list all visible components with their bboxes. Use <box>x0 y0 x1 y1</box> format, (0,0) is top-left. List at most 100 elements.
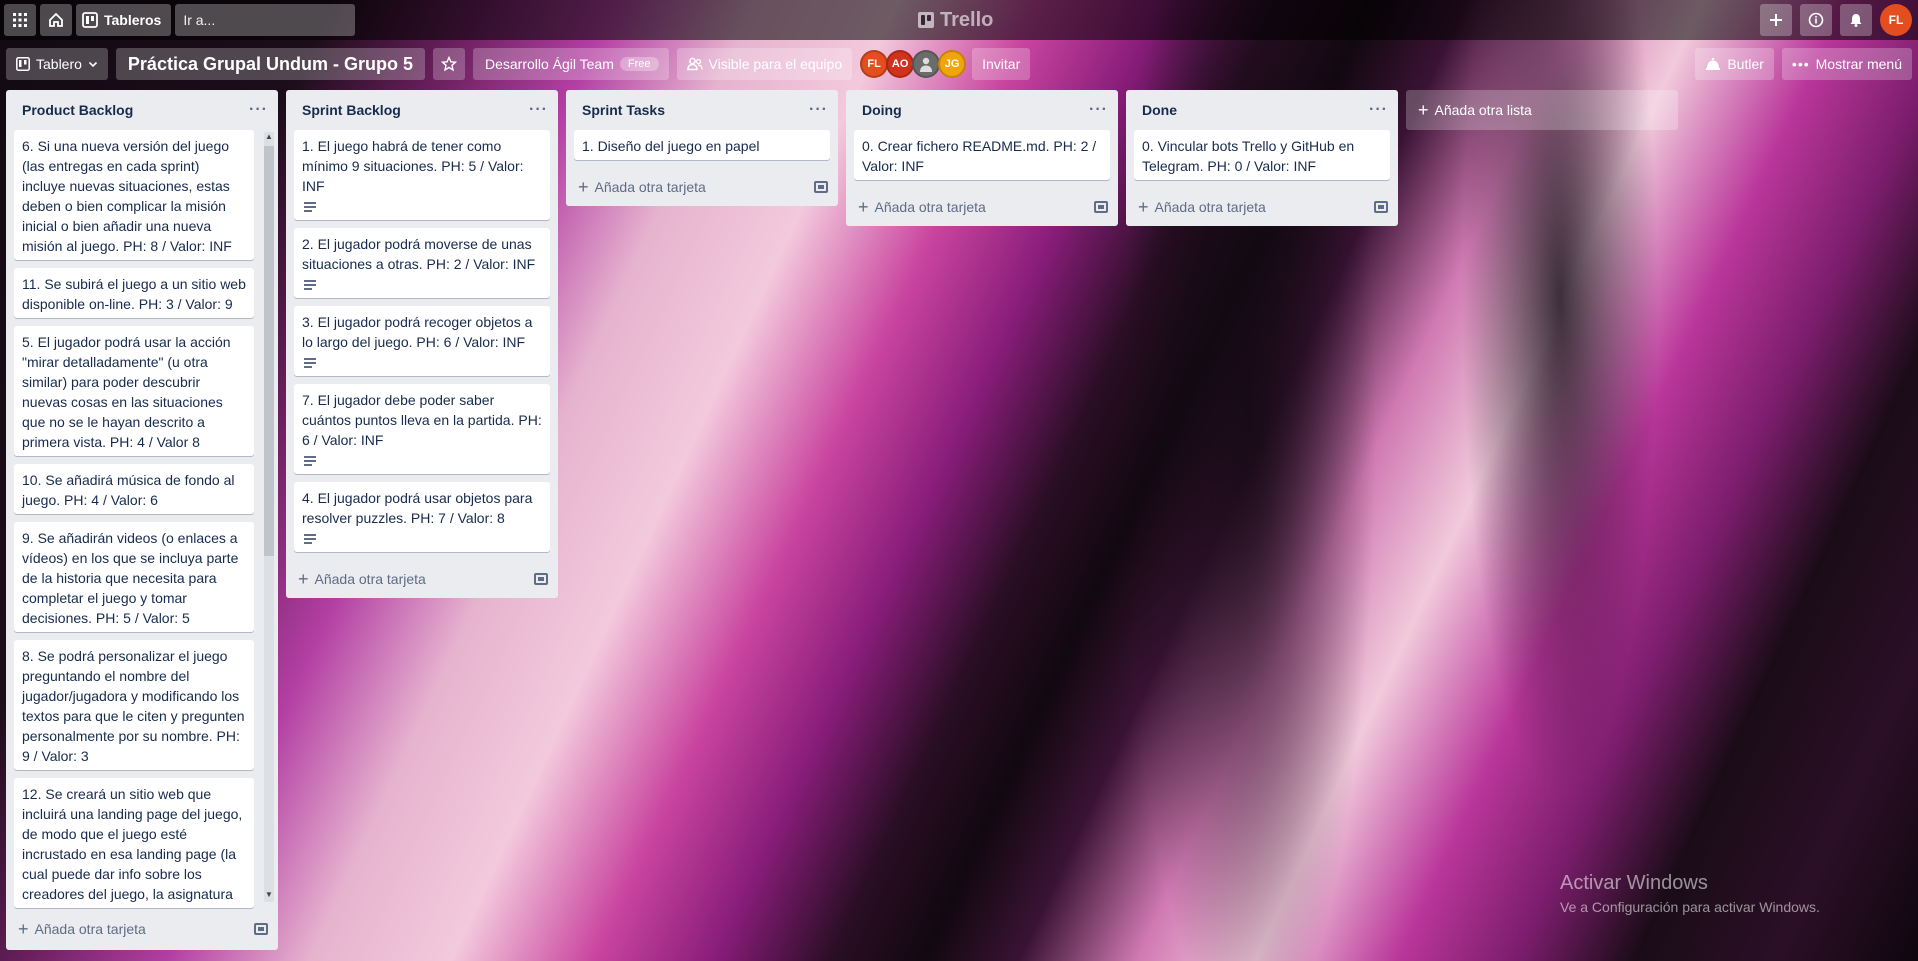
add-card-button[interactable]: + Añada otra tarjeta <box>298 570 426 588</box>
list-menu-icon[interactable]: ··· <box>529 101 548 119</box>
list-header[interactable]: Sprint Backlog ··· <box>286 90 558 130</box>
card-template-icon[interactable] <box>254 923 268 935</box>
card-title: 3. El jugador podrá recoger objetos a lo… <box>302 314 533 350</box>
add-card-button[interactable]: + Añada otra tarjeta <box>18 920 146 938</box>
card-title: 7. El jugador debe poder saber cuántos p… <box>302 392 542 448</box>
list-product-backlog: Product Backlog ··· 6. Si una nueva vers… <box>6 90 278 950</box>
list-title[interactable]: Sprint Backlog <box>302 102 401 118</box>
board-title[interactable]: Práctica Grupal Undum - Grupo 5 <box>115 48 425 80</box>
card[interactable]: 9. Se añadirán videos (o enlaces a vídeo… <box>14 522 254 632</box>
card[interactable]: 4. El jugador podrá usar objetos para re… <box>294 482 550 552</box>
member-avatar[interactable]: JG <box>938 50 967 78</box>
user-avatar[interactable]: FL <box>1880 4 1912 36</box>
list-title[interactable]: Done <box>1142 102 1177 118</box>
member-avatar[interactable]: AO <box>886 50 915 78</box>
visibility-label: Visible para el equipo <box>708 56 843 72</box>
show-menu-label: Mostrar menú <box>1815 56 1902 72</box>
card[interactable]: 0. Vincular bots Trello y GitHub en Tele… <box>1134 130 1390 180</box>
member-initials: AO <box>891 58 909 70</box>
card[interactable]: 10. Se añadirá música de fondo al juego.… <box>14 464 254 514</box>
list-scrollbar[interactable]: ▲ ▼ <box>264 132 274 902</box>
apps-grid-button[interactable] <box>4 4 36 36</box>
plus-icon: + <box>858 197 869 217</box>
card[interactable]: 6. Si una nueva versión del juego (las e… <box>14 130 254 260</box>
list-title[interactable]: Product Backlog <box>22 102 133 118</box>
card[interactable]: 2. El jugador podrá moverse de unas situ… <box>294 228 550 298</box>
list-menu-icon[interactable]: ··· <box>809 101 828 119</box>
notifications-button[interactable] <box>1840 4 1872 36</box>
card[interactable]: 3. El jugador podrá recoger objetos a lo… <box>294 306 550 376</box>
list-footer: + Añada otra tarjeta <box>6 910 278 948</box>
card[interactable]: 1. Diseño del juego en papel <box>574 130 830 160</box>
card-template-icon[interactable] <box>1374 201 1388 213</box>
card[interactable]: 1. El juego habrá de tener como mínimo 9… <box>294 130 550 220</box>
card-title: 12. Se creará un sitio web que incluirá … <box>22 786 243 902</box>
list-menu-icon[interactable]: ··· <box>1369 101 1388 119</box>
add-card-button[interactable]: + Añada otra tarjeta <box>1138 198 1266 216</box>
card[interactable]: 11. Se subirá el juego a un sitio web di… <box>14 268 254 318</box>
create-button[interactable] <box>1760 4 1792 36</box>
list-footer: + Añada otra tarjeta <box>1126 188 1398 226</box>
add-card-button[interactable]: + Añada otra tarjeta <box>858 198 986 216</box>
member-initials: FL <box>867 58 881 70</box>
add-list-label: Añada otra lista <box>1434 102 1532 118</box>
list-header[interactable]: Doing ··· <box>846 90 1118 130</box>
list-menu-icon[interactable]: ··· <box>249 101 268 119</box>
boards-label: Tableros <box>104 12 162 28</box>
card-template-icon[interactable] <box>534 573 548 585</box>
user-initials: FL <box>1888 13 1904 27</box>
card-title: 0. Crear fichero README.md. PH: 2 / Valo… <box>862 138 1097 174</box>
info-button[interactable] <box>1800 4 1832 36</box>
card-template-icon[interactable] <box>1094 201 1108 213</box>
card-title: 9. Se añadirán videos (o enlaces a vídeo… <box>22 530 239 626</box>
list-cards: 1. Diseño del juego en papel <box>566 130 838 168</box>
description-icon <box>304 202 316 212</box>
card-template-icon[interactable] <box>814 181 828 193</box>
list-header[interactable]: Product Backlog ··· <box>6 90 278 130</box>
team-button[interactable]: Desarrollo Ágil Team Free <box>472 48 669 80</box>
card[interactable]: 7. El jugador debe poder saber cuántos p… <box>294 384 550 474</box>
member-avatar[interactable]: FL <box>860 50 889 78</box>
visibility-button[interactable]: Visible para el equipo <box>676 48 853 80</box>
list-title[interactable]: Sprint Tasks <box>582 102 665 118</box>
home-button[interactable] <box>40 4 72 36</box>
star-icon <box>440 56 457 72</box>
star-button[interactable] <box>432 48 465 80</box>
list-menu-icon[interactable]: ··· <box>1089 101 1108 119</box>
board-view-label: Tablero <box>36 56 82 72</box>
list-cards: 6. Si una nueva versión del juego (las e… <box>6 130 278 910</box>
list-cards: 0. Vincular bots Trello y GitHub en Tele… <box>1126 130 1398 188</box>
card-title: 6. Si una nueva versión del juego (las e… <box>22 138 232 254</box>
add-card-label: Añada otra tarjeta <box>1154 199 1266 215</box>
card[interactable]: 8. Se podrá personalizar el juego pregun… <box>14 640 254 770</box>
boards-button[interactable]: Tableros <box>76 4 172 36</box>
list-title[interactable]: Doing <box>862 102 902 118</box>
add-list-button[interactable]: + Añada otra lista <box>1406 90 1678 130</box>
card-title: 5. El jugador podrá usar la acción "mira… <box>22 334 231 450</box>
board-view-switcher[interactable]: Tablero <box>6 48 108 80</box>
add-card-button[interactable]: + Añada otra tarjeta <box>578 178 706 196</box>
show-menu-button[interactable]: ••• Mostrar menú <box>1781 48 1912 80</box>
boards-icon <box>82 12 98 28</box>
scroll-down-arrow-icon[interactable]: ▼ <box>264 890 274 902</box>
list-cards: 0. Crear fichero README.md. PH: 2 / Valo… <box>846 130 1118 188</box>
plus-icon: + <box>578 177 589 197</box>
scroll-thumb[interactable] <box>264 146 274 556</box>
card-title: 8. Se podrá personalizar el juego pregun… <box>22 648 245 764</box>
list-header[interactable]: Done ··· <box>1126 90 1398 130</box>
card-title: 1. El juego habrá de tener como mínimo 9… <box>302 138 524 194</box>
search-box <box>175 4 365 36</box>
list-header[interactable]: Sprint Tasks ··· <box>566 90 838 130</box>
card[interactable]: 0. Crear fichero README.md. PH: 2 / Valo… <box>854 130 1110 180</box>
card[interactable]: 12. Se creará un sitio web que incluirá … <box>14 778 254 908</box>
chevron-down-icon <box>88 61 97 68</box>
invite-button[interactable]: Invitar <box>972 48 1031 80</box>
list-sprint-backlog: Sprint Backlog ··· 1. El juego habrá de … <box>286 90 558 598</box>
scroll-up-arrow-icon[interactable]: ▲ <box>264 132 274 144</box>
member-photo-avatar[interactable] <box>912 50 941 78</box>
card-title: 11. Se subirá el juego a un sitio web di… <box>22 276 246 312</box>
trello-logo[interactable]: Trello <box>918 6 993 34</box>
card[interactable]: 5. El jugador podrá usar la acción "mira… <box>14 326 254 456</box>
butler-button[interactable]: Butler <box>1695 48 1774 80</box>
search-input[interactable] <box>183 12 365 28</box>
